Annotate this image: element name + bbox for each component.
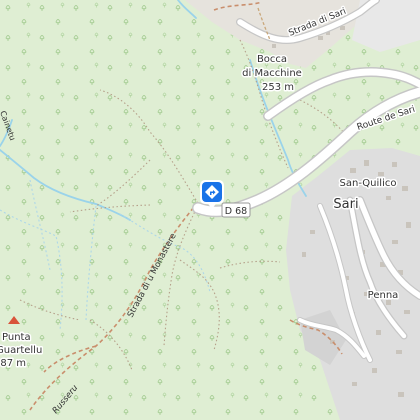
punta-elevation: 387 m [0, 358, 26, 369]
bocca-name-line2: di Macchine [242, 68, 302, 79]
bocca-elevation: 253 m [262, 82, 294, 93]
d68-label: D 68 [225, 206, 247, 217]
d68-road-shield: D 68 [221, 202, 251, 218]
map-view[interactable]: Bocca di Macchine 253 m Sari San-Quilico… [0, 0, 420, 420]
directions-diamond-icon [200, 180, 224, 209]
sari-label: Sari [333, 197, 358, 212]
punta-line1: Punta [2, 332, 31, 343]
penna-label: Penna [368, 290, 399, 301]
san-quilico-label: San-Quilico [340, 178, 397, 189]
punta-line2: Guartellu [0, 345, 42, 356]
directions-marker-button[interactable] [199, 179, 225, 211]
bocca-name-line1: Bocca [257, 54, 287, 65]
